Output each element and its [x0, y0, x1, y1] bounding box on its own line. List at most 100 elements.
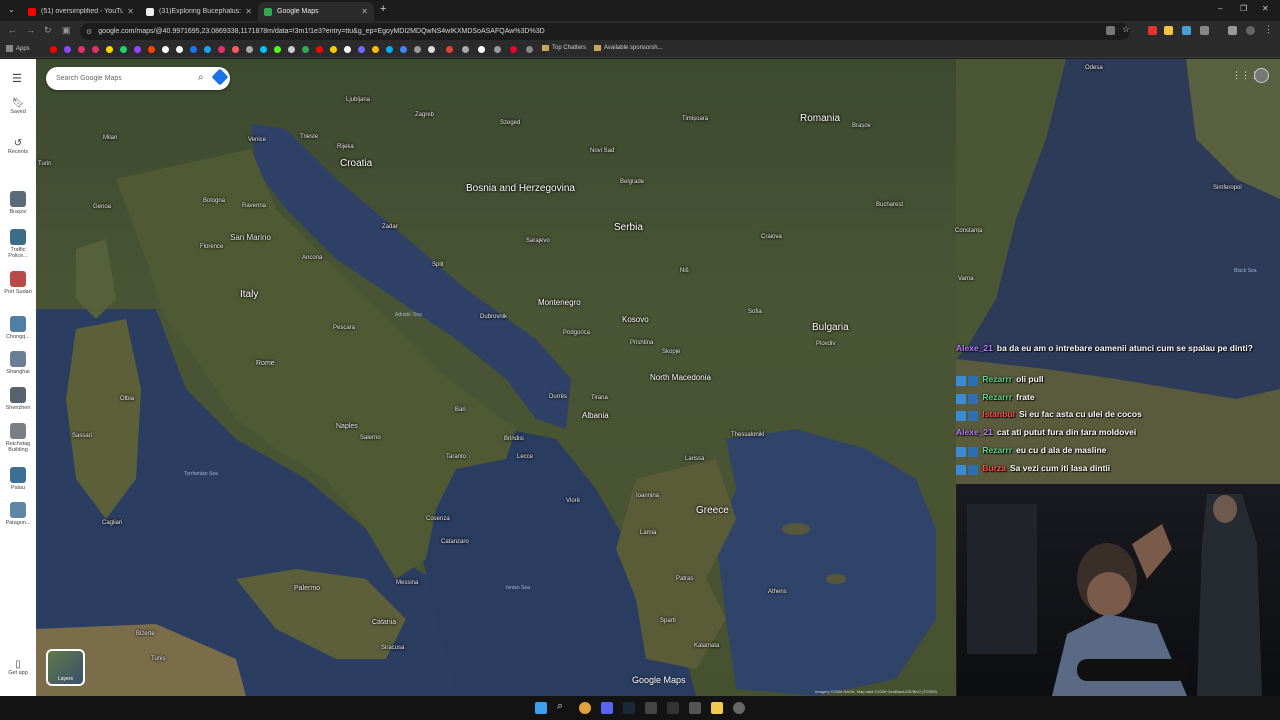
bookmark-icon[interactable]: [414, 46, 421, 53]
facebook-icon[interactable]: [190, 46, 197, 53]
account-avatar[interactable]: [1254, 68, 1269, 83]
map-label-city: Taranto: [446, 454, 467, 460]
bookmark-icon[interactable]: [302, 46, 309, 53]
forward-button[interactable]: →: [26, 25, 35, 35]
extensions-puzzle-icon[interactable]: [1200, 26, 1209, 35]
windows-start-icon[interactable]: [535, 702, 547, 714]
bookmark-icon[interactable]: [330, 46, 337, 53]
twitch-icon[interactable]: [134, 46, 141, 53]
tab-google-maps[interactable]: Google Maps ✕: [258, 2, 374, 21]
app-icon[interactable]: [689, 702, 701, 714]
bookmark-top-chatters[interactable]: Top Chatters: [542, 45, 586, 51]
bookmark-icon[interactable]: [232, 46, 239, 53]
tab-youtube[interactable]: (51) oversimplified - YouTube ✕: [22, 2, 140, 21]
search-icon[interactable]: ⌕: [198, 72, 204, 83]
instagram-icon[interactable]: [218, 46, 225, 53]
close-icon[interactable]: ✕: [245, 7, 252, 16]
map-label-city: Ljubljana: [346, 97, 371, 103]
map-canvas[interactable]: [36, 59, 956, 696]
search-input[interactable]: Search Google Maps ⌕: [46, 67, 230, 90]
recent-place[interactable]: Shenzhen: [0, 387, 36, 411]
bookmark-icon[interactable]: [526, 46, 533, 53]
profile-avatar[interactable]: [1246, 26, 1255, 35]
recent-place[interactable]: Port Sudan: [0, 271, 36, 295]
bookmark-icon[interactable]: [246, 46, 253, 53]
downloads-icon[interactable]: [1228, 26, 1237, 35]
bookmark-icon[interactable]: [344, 46, 351, 53]
twitch-icon[interactable]: [64, 46, 71, 53]
tiktok-icon[interactable]: [176, 46, 183, 53]
map-label-city: Ravenna: [242, 203, 267, 209]
bookmark-icon[interactable]: [358, 46, 365, 53]
close-window-button[interactable]: ✕: [1262, 4, 1269, 13]
bookmark-icon[interactable]: [494, 46, 501, 53]
twitter-icon[interactable]: [204, 46, 211, 53]
minimize-button[interactable]: –: [1218, 4, 1222, 13]
bookmark-apps[interactable]: Apps: [6, 45, 30, 52]
youtube-icon[interactable]: [316, 46, 323, 53]
rail-label: Palau: [10, 485, 26, 491]
site-info-icon[interactable]: ⚙: [86, 28, 92, 36]
extension-icon[interactable]: [1182, 26, 1191, 35]
rail-recents[interactable]: ↺ Recents: [0, 139, 36, 156]
recent-place[interactable]: Patagon...: [0, 502, 36, 526]
bookmark-icon[interactable]: [260, 46, 267, 53]
maximize-button[interactable]: ❐: [1240, 4, 1247, 13]
close-icon[interactable]: ✕: [127, 7, 134, 16]
new-tab-button[interactable]: +: [380, 3, 386, 15]
menu-icon[interactable]: ☰: [12, 72, 22, 85]
discord-icon[interactable]: [601, 702, 613, 714]
kick-icon[interactable]: [274, 46, 281, 53]
webcam-overlay: [957, 484, 1280, 696]
map-label-city: Larissa: [685, 456, 705, 462]
bookmark-icon[interactable]: [372, 46, 379, 53]
tab-search-icon[interactable]: ⌄: [8, 5, 15, 14]
rail-get-app[interactable]: ▯ Get app: [0, 660, 36, 677]
bookmark-icon[interactable]: [400, 46, 407, 53]
layers-button[interactable]: Layers: [46, 649, 85, 686]
side-panel-icon[interactable]: ▣: [62, 25, 71, 36]
reddit-icon[interactable]: [148, 46, 155, 53]
address-bar[interactable]: ⚙ google.com/maps/@40.9971695,23.0869338…: [80, 23, 1130, 40]
install-app-icon[interactable]: [1106, 26, 1115, 35]
steam-icon[interactable]: [623, 702, 635, 714]
instagram-icon[interactable]: [92, 46, 99, 53]
bookmark-icon[interactable]: [106, 46, 113, 53]
reload-button[interactable]: ↻: [44, 25, 52, 36]
tab-twitch[interactable]: (31)Exploring Bucephalus: The ✕: [140, 2, 258, 21]
whatsapp-icon[interactable]: [120, 46, 127, 53]
search-icon[interactable]: ⌕: [557, 700, 569, 712]
youtube-icon[interactable]: [50, 46, 57, 53]
close-icon[interactable]: ✕: [361, 7, 368, 16]
back-button[interactable]: ←: [8, 25, 17, 35]
recent-place[interactable]: Shanghai: [0, 351, 36, 375]
file-explorer-icon[interactable]: [711, 702, 723, 714]
obs-icon[interactable]: [733, 702, 745, 714]
bookmark-icon[interactable]: [288, 46, 295, 53]
webcam-feed: [967, 494, 1262, 696]
rail-saved[interactable]: 🔖︎ Saved: [0, 99, 36, 116]
x-icon[interactable]: [162, 46, 169, 53]
recent-place[interactable]: Reichstag Building: [0, 423, 36, 453]
extension-icon[interactable]: [1148, 26, 1157, 35]
extension-icon[interactable]: [1164, 26, 1173, 35]
recent-place[interactable]: Brașov: [0, 191, 36, 215]
directions-icon[interactable]: [211, 68, 229, 86]
browser-menu-icon[interactable]: ⋮: [1264, 24, 1273, 34]
recent-place[interactable]: Traffic Police...: [0, 229, 36, 259]
bookmark-icon[interactable]: [428, 46, 435, 53]
bookmark-star-icon[interactable]: ☆: [1122, 24, 1131, 34]
url-text: google.com/maps/@40.9971695,23.0869338,1…: [98, 28, 545, 35]
bookmark-available-sponsors[interactable]: Available sponsorsh...: [594, 45, 663, 51]
bookmark-icon[interactable]: [386, 46, 393, 53]
app-icon[interactable]: [667, 702, 679, 714]
app-icon[interactable]: [645, 702, 657, 714]
recent-place[interactable]: Palau: [0, 467, 36, 491]
bookmark-icon[interactable]: [446, 46, 453, 53]
instagram-icon[interactable]: [78, 46, 85, 53]
bookmark-icon[interactable]: [478, 46, 485, 53]
recent-place[interactable]: Chongq...: [0, 316, 36, 340]
chrome-icon[interactable]: [579, 702, 591, 714]
bookmark-icon[interactable]: [462, 46, 469, 53]
bookmark-icon[interactable]: [510, 46, 517, 53]
